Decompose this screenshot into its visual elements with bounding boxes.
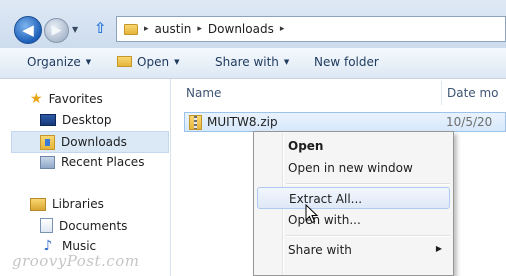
address-bar[interactable]: ▸ austin ▸ Downloads ▸ <box>116 16 506 42</box>
menu-item-open-with[interactable]: Open with... <box>257 209 450 231</box>
share-with-label: Share with <box>215 55 279 69</box>
nav-libraries[interactable]: Libraries <box>30 197 104 211</box>
menu-item-open-new-window-label: Open in new window <box>288 161 413 175</box>
column-divider[interactable] <box>441 81 442 105</box>
nav-music[interactable]: ♪ Music <box>40 238 97 254</box>
column-headers: Name Date mo <box>171 79 506 107</box>
open-folder-icon <box>117 56 132 67</box>
nav-favorites[interactable]: ★ Favorites <box>30 92 103 106</box>
nav-music-label: Music <box>62 239 97 253</box>
nav-libraries-label: Libraries <box>52 197 104 211</box>
chevron-down-icon: ▼ <box>283 58 290 66</box>
folder-icon <box>124 23 138 35</box>
menu-separator <box>286 235 450 237</box>
back-button[interactable]: ◀ <box>14 16 42 44</box>
organize-label: Organize <box>27 55 81 69</box>
menu-item-extract-all-label: Extract All... <box>289 192 363 206</box>
recent-pages-dropdown-icon[interactable]: ▼ <box>72 25 78 34</box>
nav-desktop-label: Desktop <box>62 113 112 127</box>
open-button[interactable]: Open ▼ <box>117 55 179 69</box>
zip-folder-icon <box>189 115 202 130</box>
forward-arrow-icon: ▶ <box>51 23 62 38</box>
nav-downloads-label: Downloads <box>61 135 127 149</box>
chevron-down-icon: ▼ <box>174 58 180 66</box>
file-row[interactable]: MUITW8.zip 10/5/20 <box>184 112 506 132</box>
menu-item-open-with-label: Open with... <box>288 213 361 227</box>
new-folder-label: New folder <box>314 55 379 69</box>
breadcrumb-downloads[interactable]: Downloads <box>208 22 274 36</box>
breadcrumb-austin[interactable]: austin <box>155 22 192 36</box>
menu-item-share-with-label: Share with <box>288 243 352 257</box>
up-arrow-icon[interactable]: ⇧ <box>94 19 107 37</box>
explorer-window: ◀ ▶ ▼ ⇧ ▸ austin ▸ Downloads ▸ Organize ▼… <box>0 0 506 276</box>
column-header-date-modified[interactable]: Date mo <box>447 86 499 100</box>
recent-places-icon <box>40 155 55 169</box>
context-menu: Open Open in new window Extract All... O… <box>253 131 454 276</box>
command-bar: Organize ▼ Open ▼ Share with ▼ New folder <box>0 48 506 79</box>
navigation-bar: ◀ ▶ ▼ ⇧ ▸ austin ▸ Downloads ▸ <box>0 0 506 48</box>
libraries-icon <box>30 197 46 211</box>
menu-separator <box>286 183 450 185</box>
organize-button[interactable]: Organize ▼ <box>27 55 91 69</box>
file-date-modified: 10/5/20 <box>446 115 493 129</box>
nav-desktop[interactable]: Desktop <box>40 113 112 127</box>
back-arrow-icon: ◀ <box>22 20 34 39</box>
nav-downloads[interactable]: Downloads <box>11 131 169 153</box>
nav-recent-places-label: Recent Places <box>61 155 145 169</box>
share-with-button[interactable]: Share with ▼ <box>215 55 289 69</box>
column-header-name[interactable]: Name <box>186 86 221 100</box>
menu-item-open[interactable]: Open <box>257 135 450 157</box>
breadcrumb-separator-icon[interactable]: ▸ <box>280 24 285 34</box>
downloads-folder-icon <box>40 134 55 150</box>
menu-item-open-new-window[interactable]: Open in new window <box>257 157 450 179</box>
forward-button[interactable]: ▶ <box>44 18 69 43</box>
file-name: MUITW8.zip <box>207 115 278 129</box>
nav-documents-label: Documents <box>59 218 128 233</box>
menu-item-share-with[interactable]: Share with ▶ <box>257 239 450 261</box>
documents-icon <box>40 218 53 233</box>
submenu-arrow-icon: ▶ <box>435 244 442 253</box>
new-folder-button[interactable]: New folder <box>314 55 379 69</box>
menu-item-extract-all[interactable]: Extract All... <box>257 187 450 209</box>
menu-item-open-label: Open <box>288 139 324 153</box>
nav-documents[interactable]: Documents <box>40 218 127 233</box>
nav-recent-places[interactable]: Recent Places <box>40 155 144 169</box>
nav-favorites-label: Favorites <box>48 92 103 106</box>
open-label: Open <box>137 55 170 69</box>
music-icon: ♪ <box>43 238 53 254</box>
desktop-icon <box>40 114 56 126</box>
breadcrumb-separator-icon[interactable]: ▸ <box>144 24 149 34</box>
star-icon: ★ <box>30 91 43 107</box>
chevron-down-icon: ▼ <box>85 58 92 66</box>
watermark: groovyPost.com <box>12 252 140 270</box>
navigation-pane: ★ Favorites Desktop Downloads Recent Plac… <box>0 79 171 276</box>
breadcrumb-separator-icon[interactable]: ▸ <box>197 24 202 34</box>
